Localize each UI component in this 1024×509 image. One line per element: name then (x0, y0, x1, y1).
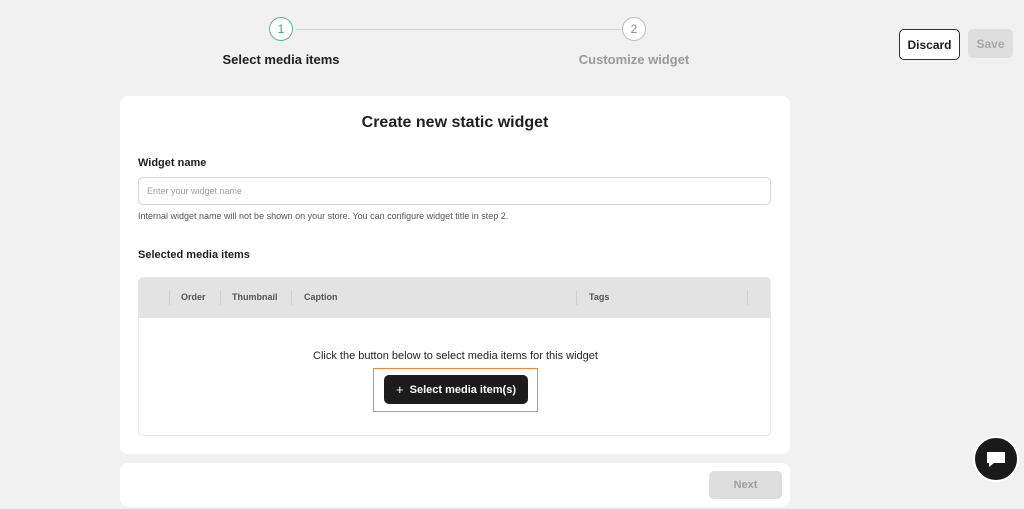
chat-launcher-button[interactable] (973, 436, 1019, 482)
select-media-button[interactable]: + Select media item(s) (384, 375, 528, 404)
table-header: Order Thumbnail Caption Tags (139, 278, 770, 318)
widget-name-input[interactable] (138, 177, 771, 205)
select-media-button-label: Select media item(s) (409, 383, 516, 396)
column-header-thumbnail[interactable]: Thumbnail (232, 292, 278, 302)
column-header-caption[interactable]: Caption (304, 292, 338, 302)
column-divider (576, 291, 577, 305)
step-2-indicator: 2 (622, 17, 646, 41)
column-header-order[interactable]: Order (181, 292, 206, 302)
plus-icon: + (396, 382, 404, 397)
step-1-label: Select media items (222, 52, 340, 67)
next-button[interactable]: Next (709, 471, 782, 499)
step-2-label: Customize widget (578, 52, 690, 67)
chat-bubble-icon (987, 452, 1005, 467)
card-footer: Next (120, 463, 790, 507)
column-header-tags[interactable]: Tags (589, 292, 609, 302)
page-title: Create new static widget (361, 114, 549, 131)
column-divider (747, 291, 748, 305)
discard-button[interactable]: Discard (899, 29, 960, 60)
widget-name-help-text: Internal widget name will not be shown o… (138, 211, 509, 221)
selected-media-label: Selected media items (138, 249, 250, 261)
app-root: 1 2 Select media items Customize widget … (0, 0, 1024, 509)
select-media-highlight: + Select media item(s) (373, 368, 538, 412)
column-divider (169, 291, 170, 305)
empty-state-text: Click the button below to select media i… (313, 350, 598, 362)
stepper: 1 2 Select media items Customize widget (0, 17, 1024, 77)
media-items-table: Order Thumbnail Caption Tags Click the b… (138, 277, 771, 436)
create-widget-card: Create new static widget Widget name Int… (120, 96, 790, 454)
save-button[interactable]: Save (968, 29, 1013, 58)
column-divider (220, 291, 221, 305)
column-divider (291, 291, 292, 305)
step-1-indicator: 1 (269, 17, 293, 41)
widget-name-label: Widget name (138, 157, 207, 169)
step-connector (296, 29, 621, 30)
